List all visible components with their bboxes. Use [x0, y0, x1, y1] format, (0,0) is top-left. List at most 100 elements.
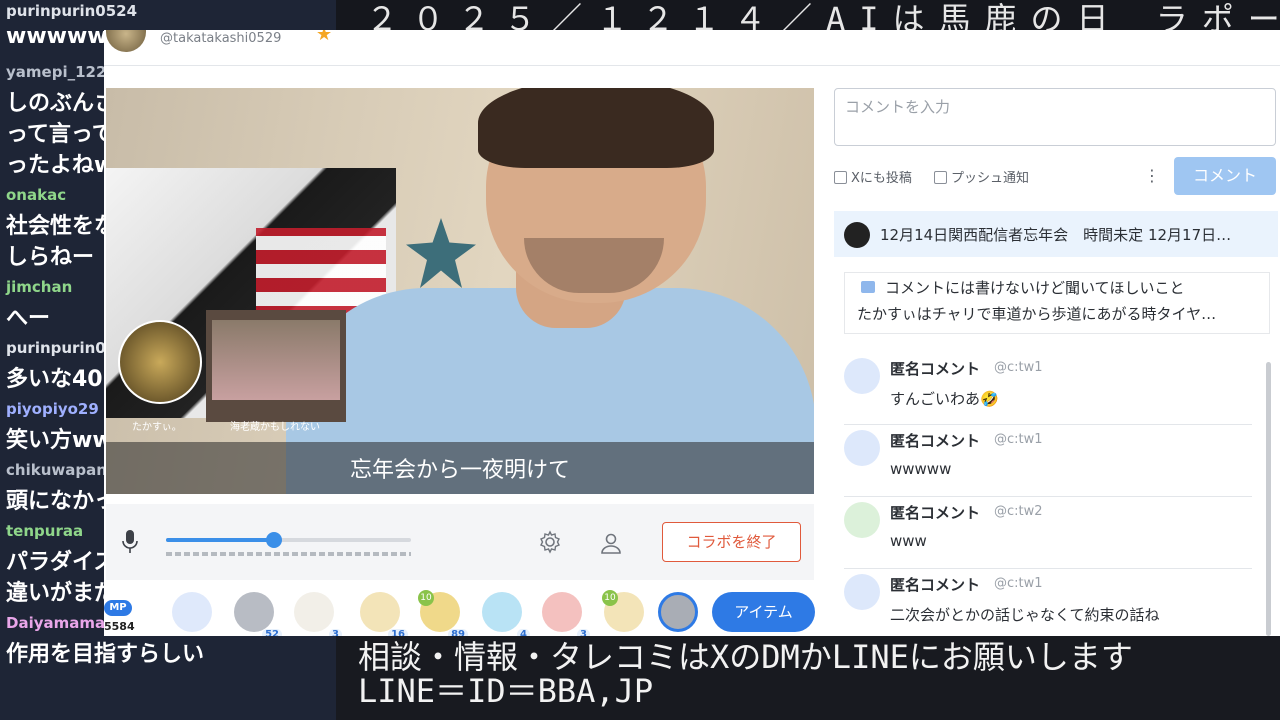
item-count: 3 [329, 629, 342, 636]
volume-slider[interactable] [166, 532, 411, 548]
chat-username: yamepi_122 [6, 63, 107, 81]
comment-avatar [844, 574, 880, 610]
blank-face-item[interactable] [170, 590, 214, 634]
item-bar: MP 5584 52 3 16 10 89 4 3 10 アイテム [104, 586, 824, 636]
comment-item[interactable]: 匿名コメント @c:tw2 www [844, 496, 1252, 569]
comment-scrollbar[interactable] [1264, 348, 1272, 636]
item-button[interactable]: アイテム [712, 592, 815, 632]
push-notify-label: プッシュ通知 [951, 171, 1030, 186]
comment-author: 匿名コメント [890, 432, 981, 450]
comment-item[interactable]: 匿名コメント @c:tw1 二次会がとかの話じゃなくて約束の話ね [844, 568, 1252, 636]
chat-message: 多いな40 [6, 367, 103, 392]
bottom-banner-line: LINE＝ID＝BBA,JP [358, 672, 654, 710]
post-to-x-checkbox[interactable]: Xにも投稿 [834, 167, 912, 186]
chat-message: 作用を目指すらしい [6, 642, 205, 667]
comment-text: すんごいわあ🤣 [890, 390, 999, 408]
chat-message: へー [6, 306, 51, 331]
comment-handle: @c:tw1 [994, 576, 1043, 591]
coin-item[interactable] [656, 590, 700, 634]
chat-message: って言って [6, 122, 114, 147]
item-level-badge: 10 [418, 590, 434, 606]
checkbox-box[interactable] [834, 171, 847, 184]
pinned-notice[interactable]: 12月14日関西配信者忘年会 時間未定 12月17日… [834, 211, 1278, 257]
comment-author: 匿名コメント [890, 576, 981, 594]
bread-level-item[interactable]: 10 89 [418, 590, 468, 636]
collab-host-label: たかすぃ。 [132, 422, 182, 433]
comment-handle: @c:tw2 [994, 504, 1043, 519]
audio-level-meter [166, 552, 411, 556]
broadcaster-avatar[interactable] [106, 30, 146, 52]
comment-list: 匿名コメント @c:tw1 すんごいわあ🤣 匿名コメント @c:tw1 wwwww 匿名コメ… [834, 348, 1280, 636]
mp-badge: MP 5584 [104, 600, 136, 633]
comment-item[interactable]: 匿名コメント @c:tw1 すんごいわあ🤣 [844, 352, 1252, 425]
gear-icon[interactable] [538, 530, 562, 554]
broadcaster-username[interactable]: @takatakashi0529 [160, 31, 281, 46]
mp-count: 5584 [104, 620, 135, 633]
comment-handle: @c:tw1 [994, 432, 1043, 447]
comment-text: 二次会がとかの話じゃなくて約束の話ね [890, 606, 1160, 624]
post-to-x-label: Xにも投稿 [851, 171, 912, 186]
ask-box-body: たかすぃはチャリで車道から歩道にあがる時タイヤ… [857, 305, 1217, 323]
streamer-hair [478, 88, 714, 168]
more-options-icon[interactable]: ⋮ [1144, 166, 1160, 185]
santa-item[interactable]: 3 [540, 590, 590, 636]
chat-username: jimchan [6, 278, 73, 296]
live-video[interactable]: たかすぃ。 海老蔵かもしれない 忘年会から一夜明けて [106, 88, 814, 494]
item-image [482, 592, 522, 632]
chat-message: パラダイス [6, 550, 116, 575]
comment-text: wwwww [890, 460, 952, 478]
comment-avatar [844, 430, 880, 466]
item-image [658, 592, 698, 632]
comment-avatar [844, 502, 880, 538]
chat-username: purinpurin0524 [6, 2, 138, 20]
stone-item[interactable]: 52 [232, 590, 282, 636]
item-image [234, 592, 274, 632]
top-ticker-text: ２０２５／１２１４／AIは馬鹿の日 ラポーツ [366, 0, 1280, 30]
chat-message: 頭になかっ [6, 489, 117, 514]
bread-item[interactable]: 16 [358, 590, 408, 636]
character-item[interactable]: 3 [292, 590, 342, 636]
ghost-item[interactable]: 4 [480, 590, 530, 636]
scroll-thumb[interactable] [1266, 362, 1271, 636]
person-icon[interactable] [600, 532, 622, 554]
chat-username: piyopiyo29 [6, 400, 99, 418]
star-icon: ★ [316, 30, 333, 45]
comment-avatar [844, 358, 880, 394]
push-notify-checkbox[interactable]: プッシュ通知 [934, 167, 1029, 186]
comment-placeholder: コメントを入力 [845, 98, 951, 116]
collab-guest-avatar [118, 320, 202, 404]
comment-handle: @c:tw1 [994, 360, 1043, 375]
broadcaster-header: @takatakashi0529 ★ [104, 30, 1280, 66]
chat-message: しのぶんさ [6, 91, 117, 116]
top-ticker-banner: ２０２５／１２１４／AIは馬鹿の日 ラポーツ [336, 0, 1280, 30]
chat-username: onakac [6, 186, 67, 204]
chat-username: tenpuraa [6, 522, 84, 540]
volume-handle[interactable] [265, 532, 282, 548]
mp-tag: MP [104, 600, 132, 616]
microphone-icon[interactable] [122, 530, 138, 554]
item-image [294, 592, 334, 632]
stream-caption: 忘年会から一夜明けて [349, 458, 570, 483]
chat-username: chikuwapan [6, 461, 107, 479]
item-image [542, 592, 582, 632]
comment-text: www [890, 532, 927, 550]
ask-box-title: コメントには書けないけど聞いてほしいこと [885, 279, 1185, 297]
checkbox-box[interactable] [934, 171, 947, 184]
comment-item[interactable]: 匿名コメント @c:tw1 wwwww [844, 424, 1252, 497]
bread-slice-item[interactable]: 10 [602, 590, 646, 634]
volume-fill [166, 538, 274, 542]
comment-author: 匿名コメント [890, 360, 981, 378]
comment-submit-button[interactable]: コメント [1174, 157, 1276, 195]
collab-guest-frame [212, 320, 340, 400]
broadcast-panel: @takatakashi0529 ★ たかすぃ。 海老蔵かもしれない 忘年会から… [104, 30, 1280, 636]
bottom-info-banner: 相談・情報・タレコミはXのDMかLINEにお願いします LINE＝ID＝BBA,… [336, 636, 1280, 720]
chat-username: Daiyamama [6, 614, 106, 632]
collab-guest-label: 海老蔵かもしれない [230, 422, 320, 433]
comment-input[interactable]: コメントを入力 [834, 88, 1276, 146]
item-image [360, 592, 400, 632]
ask-box[interactable]: コメントには書けないけど聞いてほしいこと たかすぃはチャリで車道から歩道にあがる… [844, 272, 1270, 334]
star-balloon [406, 218, 476, 288]
end-collab-button[interactable]: コラボを終了 [662, 522, 801, 562]
chat-message: 社会性をな [6, 214, 117, 239]
chat-message: しらねー [6, 245, 95, 270]
